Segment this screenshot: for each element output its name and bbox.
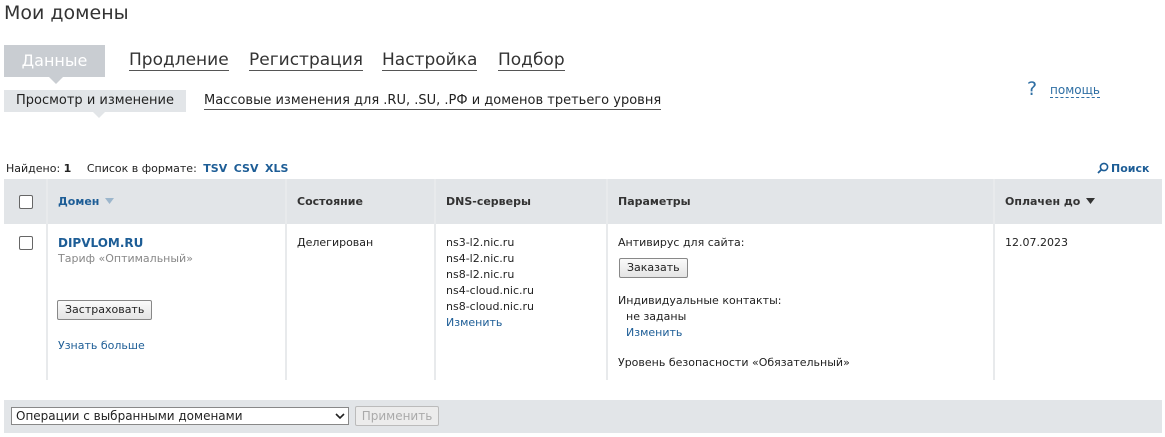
search-link[interactable]: Поиск — [1097, 162, 1149, 175]
contacts-label: Индивидуальные контакты: — [618, 294, 782, 307]
dns-server: ns4-cloud.nic.ru — [446, 284, 535, 297]
column-header-status: Состояние — [297, 195, 363, 208]
row-checkbox[interactable] — [19, 236, 33, 250]
search-label: Поиск — [1111, 162, 1150, 175]
export-tsv-link[interactable]: TSV — [203, 162, 227, 175]
dns-server-list: ns3-l2.nic.ru ns4-l2.nic.ru ns8-l2.nic.r… — [446, 235, 534, 331]
column-divider — [46, 179, 48, 380]
order-antivirus-button[interactable]: Заказать — [619, 258, 688, 278]
tab-settings[interactable]: Настройка — [382, 50, 478, 71]
export-xls-link[interactable]: XLS — [265, 162, 288, 175]
column-divider — [285, 179, 287, 380]
dns-server: ns3-l2.nic.ru — [446, 236, 515, 249]
tab-renewal[interactable]: Продление — [129, 50, 229, 71]
subtab-view-edit[interactable]: Просмотр и изменение — [4, 90, 186, 118]
domain-tariff: Тариф «Оптимальный» — [58, 252, 193, 265]
domain-header-label[interactable]: Домен — [58, 195, 99, 208]
column-divider — [606, 179, 608, 380]
format-label: Список в формате: — [86, 162, 197, 175]
results-summary: Найдено: 1 Список в формате: TSV CSV XLS — [6, 162, 288, 175]
contacts-change-link[interactable]: Изменить — [626, 325, 682, 341]
found-label: Найдено: — [6, 162, 61, 175]
paid-until-header-label[interactable]: Оплачен до — [1005, 195, 1080, 208]
operations-select[interactable]: Операции с выбранными доменами — [11, 407, 349, 425]
dns-server: ns4-l2.nic.ru — [446, 252, 515, 265]
table-header — [4, 179, 1162, 224]
column-divider — [434, 179, 436, 380]
column-header-dns: DNS-серверы — [446, 195, 531, 208]
chevron-down-icon — [335, 413, 345, 420]
contacts-value: не заданы — [626, 310, 687, 323]
column-header-paid-until[interactable]: Оплачен до — [1005, 179, 1096, 224]
insure-button[interactable]: Застраховать — [57, 300, 153, 320]
select-all-checkbox[interactable] — [19, 195, 33, 209]
sort-down-icon — [105, 198, 115, 204]
domain-status: Делегирован — [297, 236, 374, 249]
tab-registration[interactable]: Регистрация — [249, 50, 363, 71]
found-count: 1 — [63, 162, 72, 175]
security-level: Уровень безопасности «Обязательный» — [618, 356, 850, 369]
antivirus-label: Антивирус для сайта: — [618, 236, 745, 249]
tab-data[interactable]: Данные — [4, 45, 105, 84]
sort-desc-icon — [1086, 198, 1096, 204]
dns-server: ns8-l2.nic.ru — [446, 268, 515, 281]
learn-more-link[interactable]: Узнать больше — [58, 338, 145, 354]
help-icon[interactable]: ? — [1027, 78, 1037, 100]
search-icon — [1097, 162, 1109, 174]
operations-select-value: Операции с выбранными доменами — [16, 409, 243, 423]
help-link[interactable]: помощь — [1050, 83, 1100, 98]
tab-selection[interactable]: Подбор — [498, 50, 565, 71]
page-title: Мои домены — [4, 2, 129, 24]
column-header-domain[interactable]: Домен — [58, 179, 115, 224]
subtab-bulk-changes[interactable]: Массовые изменения для .RU, .SU, .РФ и д… — [204, 93, 662, 110]
column-divider — [993, 179, 995, 380]
column-header-params: Параметры — [618, 195, 691, 208]
export-csv-link[interactable]: CSV — [234, 162, 259, 175]
dns-change-link[interactable]: Изменить — [446, 315, 534, 331]
paid-until-date: 12.07.2023 — [1005, 236, 1068, 249]
domain-name-link[interactable]: DIPVLOM.RU — [58, 235, 143, 251]
dns-server: ns8-cloud.nic.ru — [446, 300, 535, 313]
apply-button[interactable]: Применить — [355, 406, 439, 426]
